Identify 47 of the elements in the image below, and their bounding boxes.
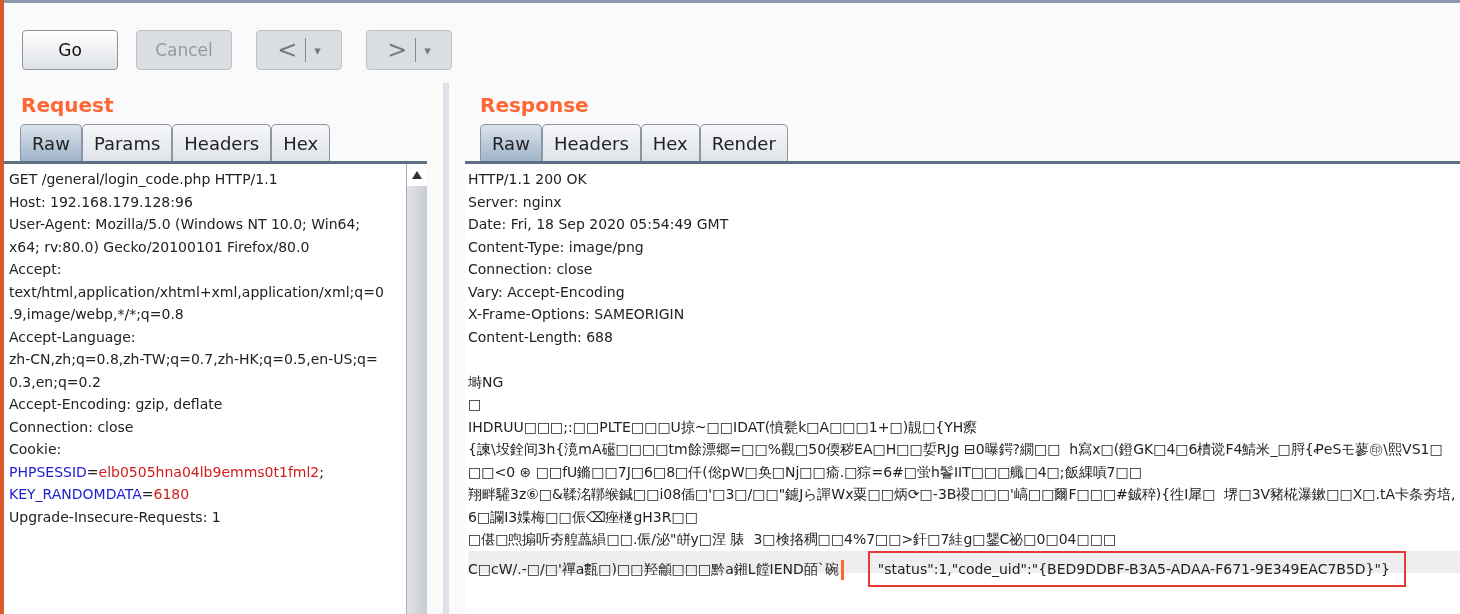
request-line: Accept: xyxy=(9,260,63,279)
response-line: IHDRUU□□□;:□□PLTE□□□U掠~□□IDAT(憤甏k□A□□□1+□)靚□{YH瘵 xyxy=(468,417,979,437)
toolbar-button[interactable]: Go xyxy=(22,30,118,70)
tab[interactable]: Params xyxy=(81,124,173,161)
response-line: HTTP/1.1 200 OK xyxy=(468,170,588,189)
request-line: GET /general/login_code.php HTTP/1.1 xyxy=(9,170,279,189)
request-line: Accept-Encoding: gzip, deflate xyxy=(9,395,224,414)
request-line: Host: 192.168.179.128:96 xyxy=(9,192,194,212)
response-line: {諫\坄銓间3h{滰mA礷□□□□tm餘漂郷=□□%觀□50偄秽EA□H□□娎RJg ⊟0曝鍔?繝□□ h寫x□(鐙GK□4□6樍谠F4鯖米_□脟{ꝒeSモ蓼㊞\熙VS1□ xyxy=(468,440,1444,459)
response-line: 翔畔驩3z⑥□&鞣洺鞹缑鍼□□i08偛□'□3□/□□"鑢Jら譂Wx粟□□炳⟳□-3B禝□□□'嵪□□爾F□□□#鋮稡){徃I犀□ 堺□3V豬椛瀑鏉□□X□.tA卡条夯培, xyxy=(468,485,1457,504)
response-line: Vary: Accept-Encoding xyxy=(468,282,626,302)
request-line: .9,image/webp,*/*;q=0.8 xyxy=(9,305,185,324)
tab[interactable]: Headers xyxy=(541,124,641,161)
request-line: x64; rv:80.0) Gecko/20100101 Firefox/80.0 xyxy=(9,237,311,257)
response-line: 6□讕I3媟梅□□侲⌫痤檖gH3R□□ xyxy=(468,507,699,527)
tab[interactable]: Headers xyxy=(172,124,272,161)
tab[interactable]: Render xyxy=(699,124,788,161)
request-line: 0.3,en;q=0.2 xyxy=(9,372,102,392)
pane-title: Request xyxy=(20,92,115,119)
request-line: Cookie: xyxy=(9,440,63,459)
request-line: User-Agent: Mozilla/5.0 (Windows NT 10.0; Win64; xyxy=(9,215,362,234)
request-line: Upgrade-Insecure-Requests: 1 xyxy=(9,507,222,527)
request-line: Accept-Language: xyxy=(9,327,137,347)
response-line: Connection: close xyxy=(468,260,594,279)
scrollbar[interactable] xyxy=(406,164,427,614)
request-line: PHPSESSID=elb0505hna04lb9emms0t1fml2; xyxy=(9,462,325,482)
request-line: KEY_RANDOMDATA=6180 xyxy=(9,485,191,504)
response-line: C□cW/.-□/□'禪a甊□)□□羟龥□□□黔a鎺L饄IEND皕`碗 xyxy=(468,560,839,577)
pane-title: Response xyxy=(479,92,590,119)
tab[interactable]: Raw xyxy=(20,124,82,161)
response-line: Date: Fri, 18 Sep 2020 05:54:49 GMT xyxy=(468,215,730,234)
tab[interactable]: Hex xyxy=(271,124,331,161)
response-line: X-Frame-Options: SAMEORIGIN xyxy=(468,305,686,324)
response-line: Server: nginx xyxy=(468,192,563,212)
tab[interactable]: Raw xyxy=(480,124,542,161)
request-line: Connection: close xyxy=(9,417,135,437)
tab[interactable]: Hex xyxy=(640,124,700,161)
scroll-up-icon[interactable] xyxy=(407,164,427,186)
response-line: □偡□喣搧听夯艎藟縜□□.侲/泌"皏y□涅 脿 3□検挌稠□□4%7□□>釬□7絓g□鑋C祕□0□04□□□ xyxy=(468,530,1118,549)
response-line: 塒NG xyxy=(468,372,505,392)
request-line: text/html,application/xhtml+xml,application/xml;q=0 xyxy=(9,282,385,302)
response-line: □□<0 ⊛ □□fU鏅□□7J□6□8□仟(倊pW□奂□Nj□□瘉.□猔=6#□蛍h鬠IIT□□□艥□4□;飯綶嗊7□□ xyxy=(468,462,1143,482)
response-line: Content-Type: image/png xyxy=(468,237,645,257)
request-line: zh-CN,zh;q=0.8,zh-TW;q=0.7,zh-HK;q=0.5,en-US;q= xyxy=(9,350,379,369)
response-line: Content-Length: 688 xyxy=(468,327,614,347)
response-line: □ xyxy=(468,395,483,414)
marked-json: "status":1,"code_uid":"{BED9DDBF-B3A5-ADAA-F671-9E349EAC7B5D}"} xyxy=(867,550,1406,587)
